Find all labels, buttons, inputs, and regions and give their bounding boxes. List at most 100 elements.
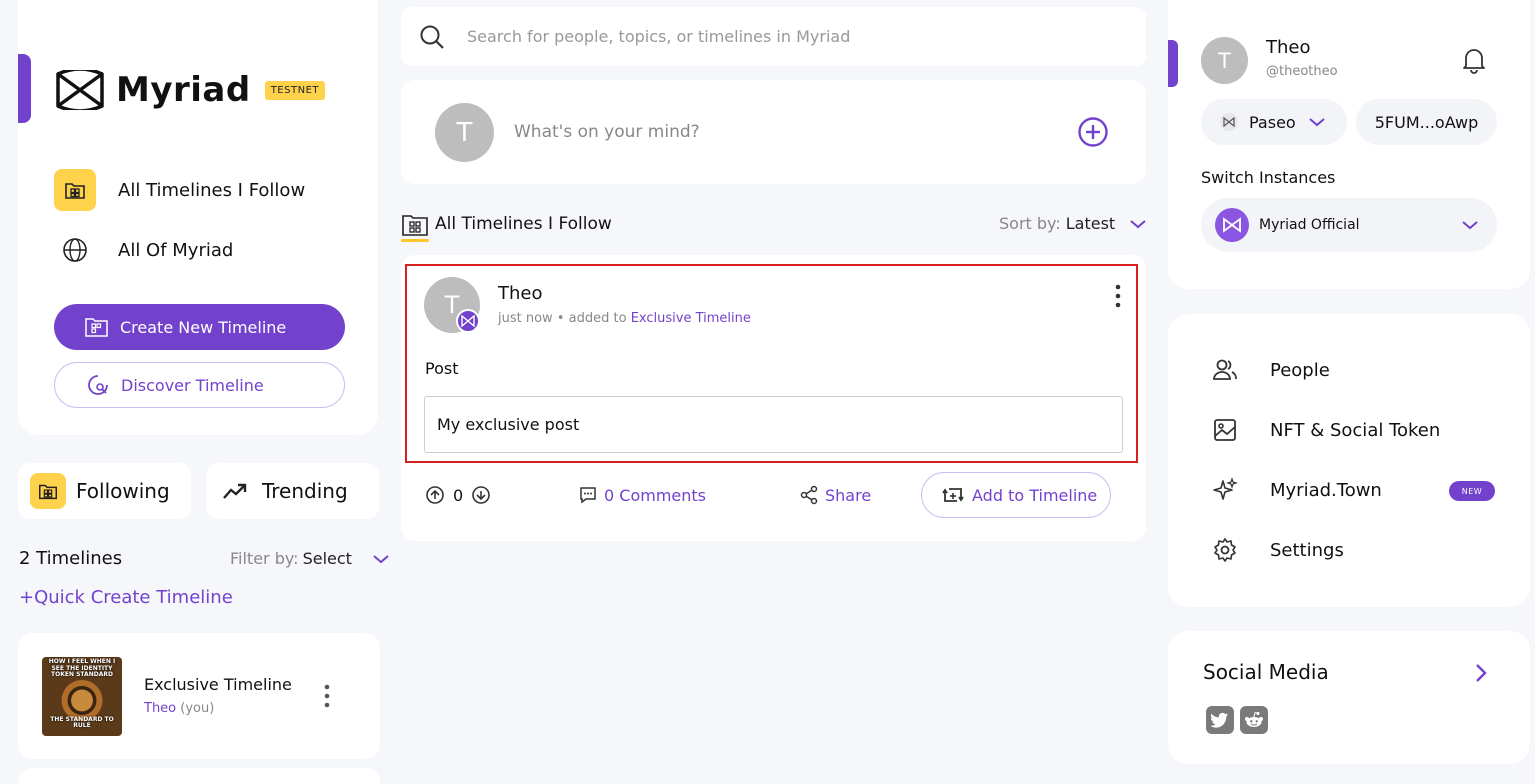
people-icon	[1213, 359, 1237, 380]
search-icon	[420, 25, 444, 49]
tab-trending-label: Trending	[262, 479, 348, 503]
nav-all-of-myriad[interactable]: All Of Myriad	[54, 229, 233, 271]
post-card: T Theo just now • added to Exclusive Tim…	[401, 255, 1146, 541]
share-label: Share	[825, 485, 872, 505]
chevron-down-icon	[1462, 221, 1478, 230]
post-type-label: Post	[425, 359, 459, 378]
post-time: just now	[498, 311, 553, 326]
chevron-down-icon	[1130, 219, 1146, 228]
timeline-list-item[interactable]: HOW I FEEL WHEN I SEE THE IDENTITY TOKEN…	[18, 633, 380, 759]
filter-value: Select	[302, 549, 352, 568]
image-icon	[1214, 419, 1236, 441]
profile-indicator	[1168, 40, 1178, 87]
create-timeline-label: Create New Timeline	[120, 317, 287, 337]
menu-label: Myriad.Town	[1270, 479, 1382, 501]
feed-title-underline	[401, 239, 429, 242]
instance-name: Myriad Official	[1259, 217, 1360, 233]
logo[interactable]: Myriad TESTNET	[54, 70, 325, 110]
add-to-timeline-label: Add to Timeline	[972, 485, 1098, 505]
nav-all-timelines[interactable]: All Timelines I Follow	[54, 169, 305, 211]
more-options-icon[interactable]	[324, 684, 330, 708]
globe-icon	[54, 229, 96, 271]
quick-create-timeline-link[interactable]: +Quick Create Timeline	[19, 587, 233, 608]
timelines-count: 2 Timelines	[19, 548, 123, 569]
menu-item-people[interactable]: People	[1212, 357, 1330, 383]
create-timeline-button[interactable]: Create New Timeline	[54, 304, 345, 350]
timeline-name: Exclusive Timeline	[144, 675, 292, 694]
discover-icon	[88, 375, 108, 395]
social-media-card	[1168, 631, 1530, 764]
upvote-icon[interactable]	[425, 485, 445, 505]
tab-following[interactable]: Following	[18, 463, 191, 519]
post-composer[interactable]: T What's on your mind?	[401, 80, 1146, 184]
sparkle-icon	[1213, 477, 1238, 500]
timeline-filter[interactable]: Filter by: Select	[230, 549, 390, 568]
chevron-down-icon	[373, 554, 389, 563]
add-to-timeline-button[interactable]: Add to Timeline	[921, 472, 1111, 518]
post-meta: just now • added to Exclusive Timeline	[498, 311, 751, 326]
search-bar[interactable]	[401, 7, 1146, 66]
comment-icon	[580, 487, 596, 504]
composer-input[interactable]: What's on your mind?	[514, 122, 700, 142]
sort-value: Latest	[1065, 214, 1116, 233]
myriad-logo-icon	[56, 70, 104, 110]
nav-label: All Of Myriad	[118, 239, 234, 261]
add-post-icon[interactable]	[1077, 116, 1109, 148]
twitter-icon[interactable]	[1206, 706, 1234, 734]
discover-timeline-label: Discover Timeline	[121, 375, 264, 395]
chevron-right-icon[interactable]	[1474, 662, 1488, 684]
post-timeline-link[interactable]: Exclusive Timeline	[631, 311, 751, 326]
vote-count: 0	[453, 485, 464, 505]
share-button[interactable]: Share	[799, 485, 871, 505]
share-icon	[800, 485, 818, 505]
vote-controls: 0	[425, 485, 491, 505]
timeline-list-item[interactable]	[18, 768, 380, 784]
avatar: T	[435, 103, 494, 162]
timeline-add-icon	[85, 318, 108, 337]
timeline-owner: Theo (you)	[144, 701, 214, 716]
discover-timeline-button[interactable]: Discover Timeline	[54, 362, 345, 408]
gear-icon	[1214, 538, 1236, 562]
feed-title-label: All Timelines I Follow	[435, 214, 612, 234]
comments-label: 0 Comments	[604, 485, 706, 505]
search-input[interactable]	[467, 27, 1087, 46]
timeline-thumbnail: HOW I FEEL WHEN I SEE THE IDENTITY TOKEN…	[42, 657, 122, 736]
tab-trending[interactable]: Trending	[206, 463, 379, 519]
network-selector[interactable]: Paseo	[1201, 99, 1347, 145]
post-body: My exclusive post	[424, 396, 1123, 453]
instance-selector[interactable]: Myriad Official	[1201, 198, 1497, 252]
switch-instances-label: Switch Instances	[1201, 168, 1336, 187]
network-icon	[1220, 113, 1238, 131]
sort-dropdown[interactable]: Sort by: Latest	[999, 214, 1147, 233]
sort-label: Sort by:	[999, 214, 1061, 233]
timeline-owner-name: Theo	[144, 701, 177, 716]
active-indicator	[18, 54, 31, 123]
timeline-grid-icon	[30, 473, 66, 509]
profile-handle: @theotheo	[1266, 64, 1338, 79]
post-author[interactable]: Theo	[498, 283, 543, 304]
wallet-address[interactable]: 5FUM...oAwp	[1356, 99, 1497, 145]
profile-avatar[interactable]: T	[1201, 37, 1248, 84]
profile-name: Theo	[1266, 37, 1311, 58]
network-name: Paseo	[1249, 112, 1296, 132]
timeline-grid-icon	[402, 215, 428, 236]
reddit-icon[interactable]	[1240, 706, 1268, 734]
menu-label: People	[1270, 359, 1330, 381]
timeline-owner-suffix: (you)	[180, 701, 215, 716]
menu-item-settings[interactable]: Settings	[1212, 537, 1344, 563]
bell-icon[interactable]	[1461, 46, 1487, 74]
filter-label: Filter by:	[230, 549, 299, 568]
menu-item-nft[interactable]: NFT & Social Token	[1212, 417, 1440, 443]
thumbnail-caption-top: HOW I FEEL WHEN I SEE THE IDENTITY TOKEN…	[48, 658, 116, 679]
more-options-icon[interactable]	[1115, 284, 1121, 308]
menu-label: NFT & Social Token	[1270, 419, 1441, 441]
tab-following-label: Following	[76, 479, 170, 503]
feed-title: All Timelines I Follow	[401, 210, 612, 238]
menu-item-myriad-town[interactable]: Myriad.Town	[1212, 477, 1382, 503]
downvote-icon[interactable]	[471, 485, 491, 505]
post-meta-text: • added to	[556, 311, 627, 326]
new-badge: NEW	[1449, 481, 1495, 501]
repost-icon	[942, 488, 964, 502]
comments-button[interactable]: 0 Comments	[578, 485, 706, 505]
chevron-down-icon	[1309, 118, 1325, 127]
